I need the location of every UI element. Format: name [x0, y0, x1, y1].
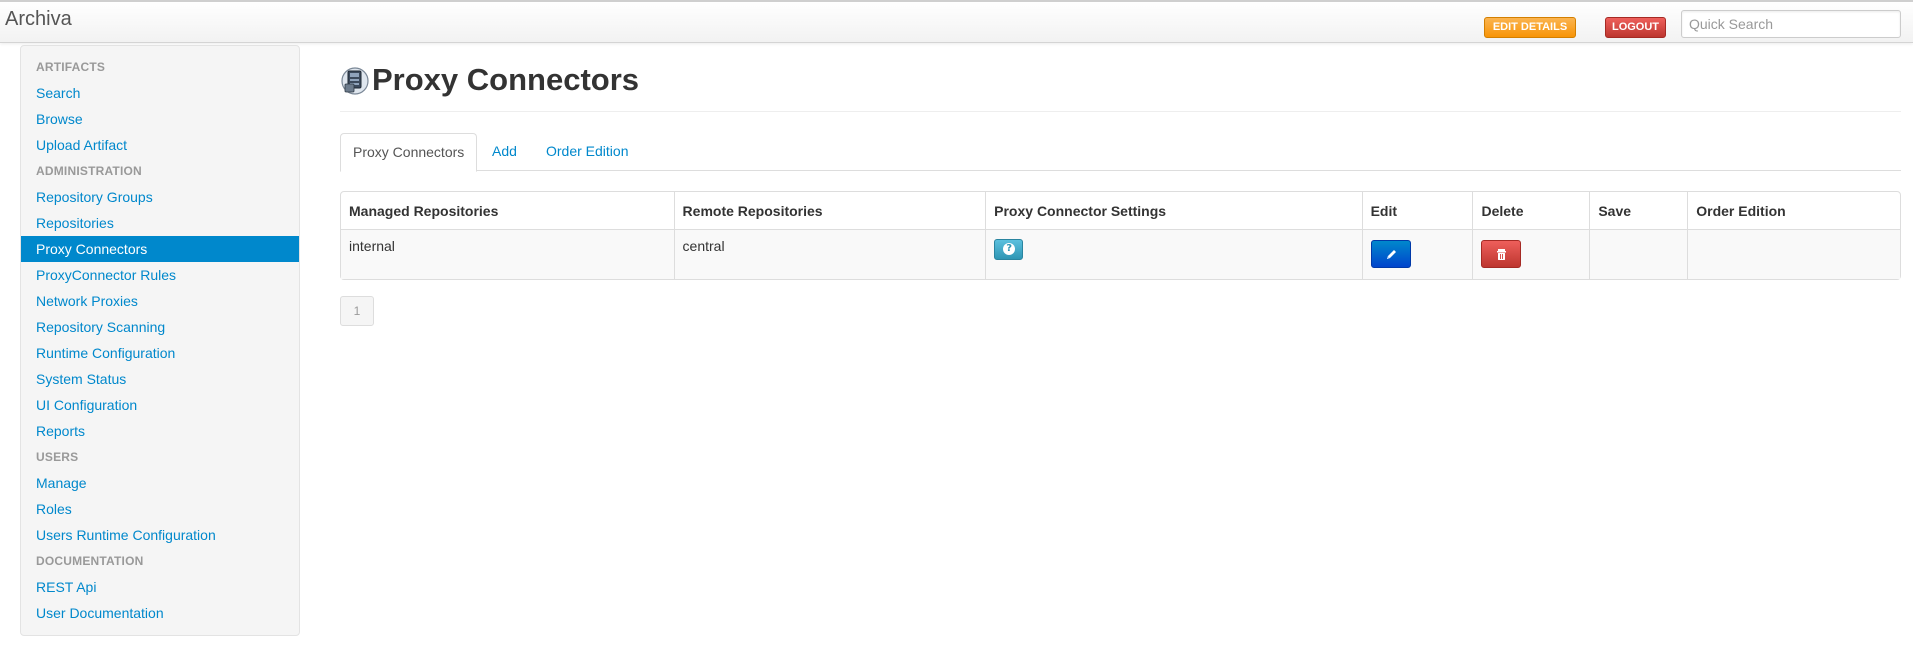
cell-delete	[1472, 229, 1590, 279]
sidebar-item-repository-groups[interactable]: Repository Groups	[21, 184, 299, 210]
top-navbar: Archiva EDIT DETAILS LOGOUT	[0, 0, 1913, 43]
sidebar-item-system-status[interactable]: System Status	[21, 366, 299, 392]
trash-icon	[1497, 249, 1507, 260]
sidebar-item-upload-artifact[interactable]: Upload Artifact	[21, 132, 299, 158]
cell-save	[1589, 229, 1688, 279]
proxy-connector-icon	[341, 67, 369, 95]
tab-proxy-connectors[interactable]: Proxy Connectors	[340, 133, 478, 172]
cell-order-edition	[1687, 229, 1900, 279]
column-header-remote-repositories: Remote Repositories	[673, 192, 986, 229]
tab-bar: Proxy Connectors Add Order Edition	[340, 133, 1901, 172]
cell-remote-repository: central	[673, 229, 986, 279]
nav-header-users: USERS	[36, 450, 79, 464]
settings-info-button[interactable]: ?	[994, 239, 1024, 260]
nav-header-artifacts: ARTIFACTS	[36, 60, 106, 74]
edit-details-button[interactable]: EDIT DETAILS	[1484, 17, 1576, 38]
column-header-edit: Edit	[1361, 192, 1473, 229]
tab-order-edition[interactable]: Order Edition	[534, 133, 640, 171]
logout-button[interactable]: LOGOUT	[1605, 17, 1666, 38]
column-header-delete: Delete	[1472, 192, 1589, 229]
question-icon: ?	[1003, 243, 1016, 255]
page-header: Proxy Connectors	[340, 60, 639, 100]
column-header-proxy-connector-settings: Proxy Connector Settings	[985, 192, 1361, 229]
sidebar-item-user-documentation[interactable]: User Documentation	[21, 600, 299, 626]
quick-search-input[interactable]	[1681, 10, 1901, 38]
sidebar-item-search[interactable]: Search	[21, 80, 299, 106]
sidebar-nav: ARTIFACTS Search Browse Upload Artifact …	[20, 45, 300, 636]
table-header-row: Managed Repositories Remote Repositories…	[341, 192, 1900, 229]
title-divider	[340, 111, 1901, 112]
tab-add[interactable]: Add	[480, 133, 529, 171]
brand-logo[interactable]: Archiva	[5, 8, 72, 31]
sidebar-item-users-runtime-configuration[interactable]: Users Runtime Configuration	[21, 522, 299, 548]
cell-managed-repository: internal	[341, 229, 674, 279]
cell-proxy-connector-settings: ?	[985, 229, 1362, 279]
proxy-connectors-table: Managed Repositories Remote Repositories…	[340, 191, 1901, 280]
sidebar-item-network-proxies[interactable]: Network Proxies	[21, 288, 299, 314]
pencil-icon	[1386, 250, 1396, 259]
pagination-page-1[interactable]: 1	[340, 296, 374, 326]
sidebar-item-rest-api[interactable]: REST Api	[21, 574, 299, 600]
column-header-save: Save	[1589, 192, 1687, 229]
column-header-managed-repositories: Managed Repositories	[349, 202, 499, 219]
sidebar-item-ui-configuration[interactable]: UI Configuration	[21, 392, 299, 418]
sidebar-item-runtime-configuration[interactable]: Runtime Configuration	[21, 340, 299, 366]
nav-header-documentation: DOCUMENTATION	[36, 554, 144, 568]
page-title: Proxy Connectors	[372, 62, 640, 97]
sidebar-item-roles[interactable]: Roles	[21, 496, 299, 522]
sidebar-item-proxyconnector-rules[interactable]: ProxyConnector Rules	[21, 262, 299, 288]
delete-button[interactable]	[1481, 240, 1522, 268]
column-header-order-edition: Order Edition	[1687, 192, 1900, 229]
sidebar-item-proxy-connectors[interactable]: Proxy Connectors	[21, 236, 299, 262]
table-row: internal central ?	[341, 229, 1900, 279]
sidebar-item-reports[interactable]: Reports	[21, 418, 299, 444]
cell-edit	[1361, 229, 1473, 279]
sidebar-item-manage[interactable]: Manage	[21, 470, 299, 496]
sidebar-item-repository-scanning[interactable]: Repository Scanning	[21, 314, 299, 340]
sidebar-item-browse[interactable]: Browse	[21, 106, 299, 132]
edit-button[interactable]	[1370, 240, 1411, 268]
sidebar-item-repositories[interactable]: Repositories	[21, 210, 299, 236]
nav-header-administration: ADMINISTRATION	[36, 164, 142, 178]
